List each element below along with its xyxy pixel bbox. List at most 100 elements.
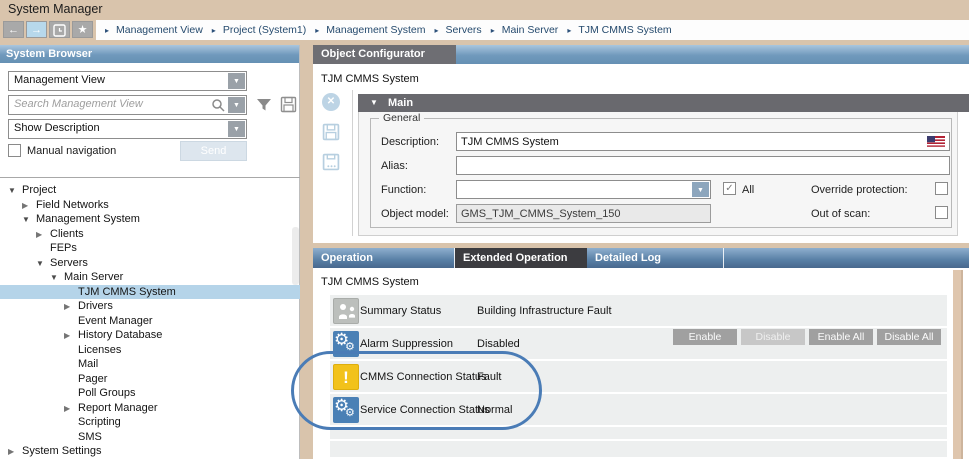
tree-item-label: Project (22, 184, 56, 196)
expanded-arrow-icon[interactable]: ▼ (36, 257, 50, 272)
collapsed-arrow-icon[interactable]: ▶ (36, 228, 50, 243)
back-arrow-icon: ← (8, 24, 19, 36)
description-label: Description: (381, 136, 439, 148)
back-button[interactable]: ← (3, 21, 24, 38)
expanded-arrow-icon[interactable]: ▼ (50, 271, 64, 286)
breadcrumb-item-project[interactable]: Project (System1) (223, 24, 306, 36)
enable-button[interactable]: Enable (673, 329, 737, 345)
tree-item-sms[interactable]: SMS (0, 430, 300, 445)
close-icon: ✕ (327, 96, 335, 107)
tree-item-field-networks[interactable]: ▶Field Networks (0, 198, 300, 213)
save-as-button[interactable] (322, 153, 340, 176)
summary-status-row[interactable]: Summary Status Building Infrastructure F… (330, 295, 947, 328)
collapsed-arrow-icon[interactable]: ▶ (22, 199, 36, 214)
collapsed-arrow-icon[interactable]: ▶ (64, 300, 78, 315)
tree-item-system-settings[interactable]: ▶System Settings (0, 444, 300, 459)
object-configurator-tab[interactable]: Object Configurator (313, 45, 456, 64)
tree-item-pager[interactable]: Pager (0, 372, 300, 387)
favorites-button[interactable]: ★ (72, 21, 93, 38)
collapsed-arrow-icon[interactable]: ▶ (8, 445, 22, 459)
send-button[interactable]: Send (180, 141, 247, 161)
chevron-down-icon[interactable]: ▼ (228, 97, 245, 113)
tree-item-label: Clients (50, 228, 84, 240)
manual-navigation-checkbox[interactable] (8, 144, 21, 157)
breadcrumb-arrow-icon: ▸ (491, 26, 495, 35)
description-selector-dropdown[interactable]: Show Description ▼ (8, 119, 247, 139)
summary-status-icon (333, 298, 359, 324)
out-of-scan-checkbox[interactable] (935, 206, 948, 219)
chevron-down-icon[interactable]: ▼ (228, 121, 245, 137)
language-flag-icon[interactable] (927, 135, 945, 153)
breadcrumb-item-management-system[interactable]: Management System (326, 24, 425, 36)
section-caret-icon: ▼ (370, 94, 378, 112)
tree-item-management-system[interactable]: ▼Management System (0, 212, 300, 227)
save-button[interactable] (322, 123, 340, 146)
alias-field[interactable] (456, 156, 950, 175)
disable-button: Disable (741, 329, 805, 345)
history-button[interactable] (49, 21, 70, 38)
function-dropdown[interactable]: ▼ (456, 180, 711, 199)
collapsed-arrow-icon[interactable]: ▶ (64, 402, 78, 417)
expanded-arrow-icon[interactable]: ▼ (22, 213, 36, 228)
tree-item-label: Mail (78, 358, 98, 370)
disable-all-button[interactable]: Disable All (877, 329, 941, 345)
tree-item-drivers[interactable]: ▶Drivers (0, 299, 300, 314)
system-browser-panel: System Browser Management View ▼ Search … (0, 45, 300, 459)
tree-item-history-database[interactable]: ▶History Database (0, 328, 300, 343)
discard-button[interactable]: ✕ (322, 93, 340, 111)
status-value: Building Infrastructure Fault (477, 305, 612, 317)
main-section-label: Main (388, 94, 413, 112)
tab-operation[interactable]: Operation (313, 248, 455, 268)
object-model-field (456, 204, 711, 223)
panel-divider (0, 177, 300, 178)
tree-item-project[interactable]: ▼Project (0, 183, 300, 198)
tab-detailed-log[interactable]: Detailed Log (587, 248, 724, 268)
expanded-arrow-icon[interactable]: ▼ (8, 184, 22, 199)
tree-item-licenses[interactable]: Licenses (0, 343, 300, 358)
search-icon[interactable] (211, 98, 225, 117)
out-of-scan-label: Out of scan: (811, 208, 870, 220)
breadcrumb-item-servers[interactable]: Servers (446, 24, 482, 36)
description-field[interactable] (456, 132, 950, 151)
tree-item-main-server[interactable]: ▼Main Server (0, 270, 300, 285)
main-section-header[interactable]: ▼ Main (358, 94, 969, 112)
system-browser-tree: ▼Project ▶Field Networks ▼Management Sys… (0, 183, 300, 459)
tree-item-feps[interactable]: FEPs (0, 241, 300, 256)
breadcrumb-item-main-server[interactable]: Main Server (502, 24, 559, 36)
description-selector-value: Show Description (14, 122, 100, 134)
view-selector-dropdown[interactable]: Management View ▼ (8, 71, 247, 91)
chevron-down-icon[interactable]: ▼ (692, 182, 709, 197)
star-icon: ★ (78, 24, 88, 36)
tree-item-mail[interactable]: Mail (0, 357, 300, 372)
tree-scrollbar[interactable] (292, 227, 299, 285)
function-all-label: All (742, 184, 754, 196)
tree-item-poll-groups[interactable]: Poll Groups (0, 386, 300, 401)
collapsed-arrow-icon[interactable]: ▶ (64, 329, 78, 344)
enable-all-button[interactable]: Enable All (809, 329, 873, 345)
tree-item-servers[interactable]: ▼Servers (0, 256, 300, 271)
operation-scrollbar[interactable] (953, 270, 963, 459)
tree-item-clients[interactable]: ▶Clients (0, 227, 300, 242)
tree-item-report-manager[interactable]: ▶Report Manager (0, 401, 300, 416)
breadcrumb-arrow-icon: ▸ (567, 26, 571, 35)
tree-item-event-manager[interactable]: Event Manager (0, 314, 300, 329)
save-as-icon (322, 158, 340, 175)
save-filter-icon[interactable] (280, 96, 297, 118)
tree-item-tjm-cmms-system[interactable]: TJM CMMS System (0, 285, 300, 300)
tree-item-label: Servers (50, 257, 88, 269)
filter-icon[interactable] (255, 96, 273, 119)
tree-item-label: Report Manager (78, 402, 158, 414)
configurator-object-name: TJM CMMS System (321, 73, 419, 85)
search-input[interactable]: Search Management View ▼ (8, 95, 247, 115)
forward-button[interactable]: → (26, 21, 47, 38)
tab-extended-operation[interactable]: Extended Operation (455, 248, 587, 268)
function-all-checkbox[interactable]: ✓ (723, 182, 736, 195)
tree-item-scripting[interactable]: Scripting (0, 415, 300, 430)
history-icon (53, 28, 66, 40)
annotation-ellipse (291, 351, 542, 430)
chevron-down-icon[interactable]: ▼ (228, 73, 245, 89)
breadcrumb-item-management-view[interactable]: Management View (116, 24, 203, 36)
breadcrumb-item-tjm-cmms-system[interactable]: TJM CMMS System (578, 24, 671, 36)
operation-object-name: TJM CMMS System (321, 276, 419, 288)
override-protection-checkbox[interactable] (935, 182, 948, 195)
